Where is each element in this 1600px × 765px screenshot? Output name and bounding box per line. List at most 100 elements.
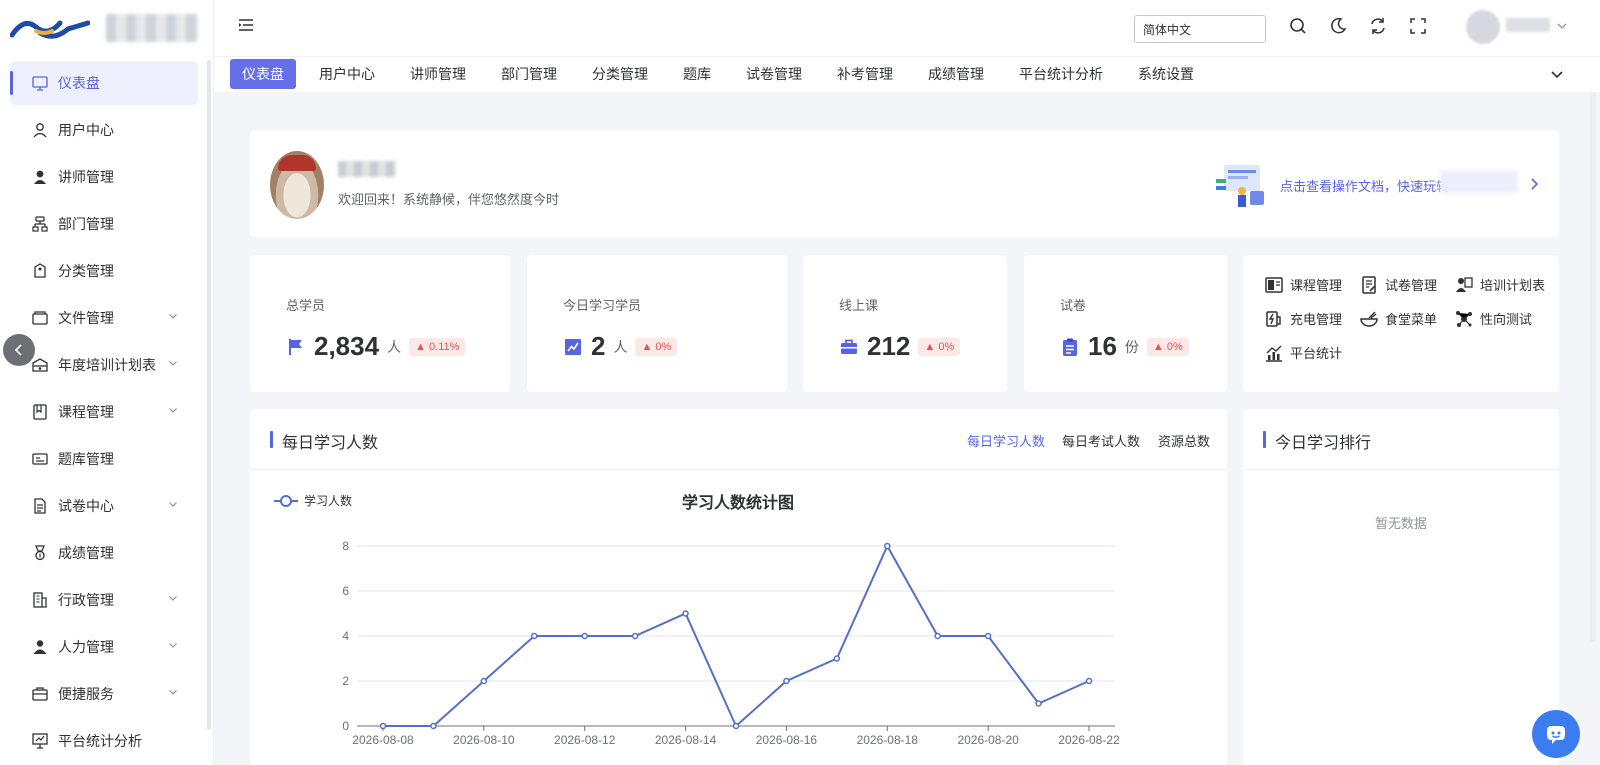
card-header: 今日学习排行: [1243, 409, 1559, 470]
sidebar-item-label: 便捷服务: [58, 687, 114, 703]
sidebar-item[interactable]: 课程管理: [10, 390, 198, 434]
sidebar-item[interactable]: 便捷服务: [10, 672, 198, 716]
tab-list: 仪表盘 用户中心 讲师管理 部门管理 分类管理 题库 试卷管理 补考管理 成绩管理 平台统计分析系…: [230, 59, 1217, 89]
sidebar-item[interactable]: 仪表盘: [10, 61, 198, 105]
user-name-redacted[interactable]: [1506, 18, 1550, 32]
shortcut-training[interactable]: 培训计划表: [1455, 275, 1545, 294]
chevron-down-icon: [169, 643, 177, 648]
sidebar-item[interactable]: 分类管理: [10, 249, 198, 293]
sidebar-item-label: 试卷中心: [58, 499, 114, 515]
y-tick-label: 6: [342, 584, 349, 598]
chevron-down-icon: [169, 361, 177, 366]
sidebar-item[interactable]: 题库管理: [10, 437, 198, 481]
moon-icon[interactable]: [1328, 16, 1348, 36]
stat-value: 2: [591, 331, 606, 361]
legend-label: 学习人数: [304, 493, 352, 508]
welcome-message: 欢迎回来！系统静候，伴您悠然度今时: [338, 193, 560, 208]
doc-link-redacted: [1440, 171, 1518, 193]
tab[interactable]: 试卷管理: [734, 59, 814, 89]
sidebar-item[interactable]: 成绩管理: [10, 531, 198, 575]
chevron-down-icon[interactable]: [1550, 67, 1564, 81]
sidebar-item[interactable]: 讲师管理: [10, 155, 198, 199]
chat-button[interactable]: [1532, 710, 1580, 758]
stat-label: 总学员: [286, 299, 326, 314]
sidebar-item[interactable]: 年度培训计划表: [10, 343, 198, 387]
bar-chart-icon: [1266, 345, 1282, 362]
y-tick-label: 2: [342, 674, 349, 688]
data-point: [1085, 677, 1093, 685]
fullscreen-icon[interactable]: [1408, 16, 1428, 36]
sidebar-item-label: 部门管理: [58, 217, 114, 233]
logo-text-redacted: [106, 14, 198, 42]
chevron-right-icon[interactable]: [1528, 177, 1540, 191]
tabs-bar: 仪表盘 用户中心 讲师管理 部门管理 分类管理 题库 试卷管理 补考管理 成绩管理 平台统计分析系…: [214, 56, 1600, 92]
tab[interactable]: 讲师管理: [398, 59, 478, 89]
user-solid-icon: [32, 169, 48, 185]
tab[interactable]: 补考管理: [825, 59, 905, 89]
sidebar-item[interactable]: 人力管理: [10, 625, 198, 669]
sidebar-item-label: 仪表盘: [58, 76, 100, 92]
sidebar-item[interactable]: 试卷中心: [10, 484, 198, 528]
page-scrollbar[interactable]: [1590, 92, 1596, 642]
sidebar-item-label: 行政管理: [58, 593, 114, 609]
shortcut-platform-stats[interactable]: 平台统计: [1265, 343, 1342, 362]
folder-icon: [32, 310, 48, 326]
chevron-down-icon[interactable]: [1556, 20, 1568, 32]
shortcut-label: 食堂菜单: [1385, 313, 1438, 328]
user-avatar[interactable]: [1466, 10, 1500, 44]
sidebar-item-label: 用户中心: [58, 123, 114, 139]
medal-icon: [32, 545, 48, 561]
refresh-icon[interactable]: [1368, 16, 1388, 36]
daily-learners-card: 每日学习人数 每日学习人数 每日考试人数 资源总数 学习人数统计图 学习人数 0 2 4…: [250, 409, 1227, 765]
welcome-avatar: [270, 151, 324, 219]
shortcut-label: 平台统计: [1290, 347, 1343, 362]
menu-toggle-icon[interactable]: [238, 17, 254, 33]
shortcut-course[interactable]: 课程管理: [1265, 275, 1342, 294]
tab[interactable]: 用户中心: [307, 59, 387, 89]
chart-tab-resources[interactable]: 资源总数: [1158, 431, 1210, 450]
sidebar-item[interactable]: 行政管理: [10, 578, 198, 622]
category-icon: [32, 263, 48, 279]
collapse-sidebar-button[interactable]: [3, 334, 35, 366]
y-tick-label: 0: [342, 719, 349, 733]
sidebar-item-label: 平台统计分析: [58, 734, 142, 750]
tab[interactable]: 成绩管理: [916, 59, 996, 89]
data-point: [531, 632, 538, 640]
stat-trend-badge: ▲ 0%: [918, 337, 961, 356]
shortcut-exam[interactable]: 试卷管理: [1360, 275, 1437, 294]
stat-card-total-students: 总学员 2,834 人 ▲ 0.11%: [250, 255, 510, 392]
tab[interactable]: 题库: [671, 59, 723, 89]
monitor-icon: [32, 75, 48, 91]
sidebar-item[interactable]: 用户中心: [10, 108, 198, 152]
sidebar: 仪表盘用户中心讲师管理部门管理分类管理 文件管理 年度培训计划表 课程管理 题库管理试卷…: [0, 0, 214, 765]
shortcut-canteen[interactable]: 食堂菜单: [1360, 309, 1437, 328]
sidebar-item[interactable]: 文件管理: [10, 296, 198, 340]
doc-link[interactable]: 点击查看操作文档，快速玩转: [1280, 176, 1449, 195]
flag-icon: [289, 338, 302, 355]
tab[interactable]: 系统设置: [1126, 59, 1206, 89]
chart-tab-daily-exams[interactable]: 每日考试人数: [1062, 431, 1140, 450]
trend-icon: [565, 338, 581, 355]
search-icon[interactable]: [1288, 16, 1308, 36]
chevron-down-icon: [169, 502, 177, 507]
chevron-down-icon: [169, 314, 177, 319]
shortcut-charge[interactable]: 充电管理: [1265, 309, 1342, 328]
tab[interactable]: 分类管理: [580, 59, 660, 89]
sidebar-item[interactable]: 部门管理: [10, 202, 198, 246]
language-select[interactable]: [1134, 15, 1266, 43]
shortcut-aptitude-test[interactable]: 性向测试: [1455, 309, 1532, 328]
sidebar-menu: 仪表盘用户中心讲师管理部门管理分类管理 文件管理 年度培训计划表 课程管理 题库管理试卷…: [10, 61, 198, 765]
tab[interactable]: 平台统计分析: [1007, 59, 1115, 89]
chevron-down-icon: [169, 408, 177, 413]
sidebar-scrollbar[interactable]: [207, 60, 211, 730]
shortcut-label: 性向测试: [1480, 313, 1533, 328]
tab[interactable]: 部门管理: [489, 59, 569, 89]
shortcut-label: 培训计划表: [1480, 279, 1546, 294]
tab[interactable]: 仪表盘: [230, 59, 296, 89]
legend-marker: [280, 495, 292, 507]
shortcuts-card: 课程管理 试卷管理 培训计划表 充电管理 食堂菜单 性向测试 平台统计: [1243, 255, 1559, 392]
card-header: 每日学习人数 每日学习人数 每日考试人数 资源总数: [250, 409, 1227, 470]
org-icon: [32, 216, 48, 232]
sidebar-item[interactable]: 平台统计分析: [10, 719, 198, 763]
chart-tab-daily-learners[interactable]: 每日学习人数: [967, 431, 1045, 450]
